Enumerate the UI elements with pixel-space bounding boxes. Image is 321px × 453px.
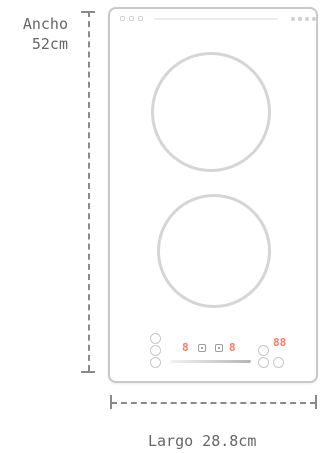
width-dimension-line: [111, 402, 316, 405]
mode-button-icon-2[interactable]: [215, 344, 223, 352]
center-zone-level-display: 8: [229, 341, 236, 354]
height-label-line-1: Ancho: [22, 15, 68, 33]
left-zone-level-display: 8: [182, 341, 189, 354]
top-symbol-icon-2: [129, 16, 134, 21]
height-dimension-top-cap: [81, 11, 95, 13]
left-control-button-3[interactable]: [150, 357, 161, 368]
top-symbol-icon-1: [120, 16, 125, 21]
height-dimension-bottom-cap: [81, 371, 95, 373]
right-control-button-2[interactable]: [258, 357, 269, 368]
mode-button-center-1: [201, 347, 203, 349]
timer-display: 88: [273, 336, 287, 349]
lower-burner: [157, 194, 271, 308]
power-slider-track[interactable]: [170, 360, 251, 363]
width-dimension-left-cap: [110, 395, 112, 409]
top-indicator-dot-4: [312, 17, 316, 21]
top-indicator-dot-2: [298, 17, 302, 21]
left-control-button-1[interactable]: [150, 333, 161, 344]
right-control-button-1[interactable]: [258, 345, 269, 356]
cooktop-top-strip: [120, 15, 316, 23]
induction-cooktop: 8 8 88: [108, 7, 318, 383]
mode-button-center-2: [218, 347, 220, 349]
top-indicator-dot-1: [291, 17, 295, 21]
right-control-button-3[interactable]: [273, 357, 284, 368]
height-dimension-label: Ancho 52cm: [6, 14, 68, 55]
top-symbol-icon-3: [138, 16, 143, 21]
left-control-button-2[interactable]: [150, 345, 161, 356]
top-indicator-dot-3: [305, 17, 309, 21]
height-label-line-2: 52cm: [31, 35, 68, 54]
mode-button-icon-1[interactable]: [198, 344, 206, 352]
width-dimension-label: Largo 28.8cm: [148, 432, 257, 450]
width-dimension-right-cap: [315, 395, 317, 409]
upper-burner: [151, 52, 271, 172]
top-warning-strip: [154, 18, 278, 20]
height-dimension-line: [88, 11, 91, 371]
